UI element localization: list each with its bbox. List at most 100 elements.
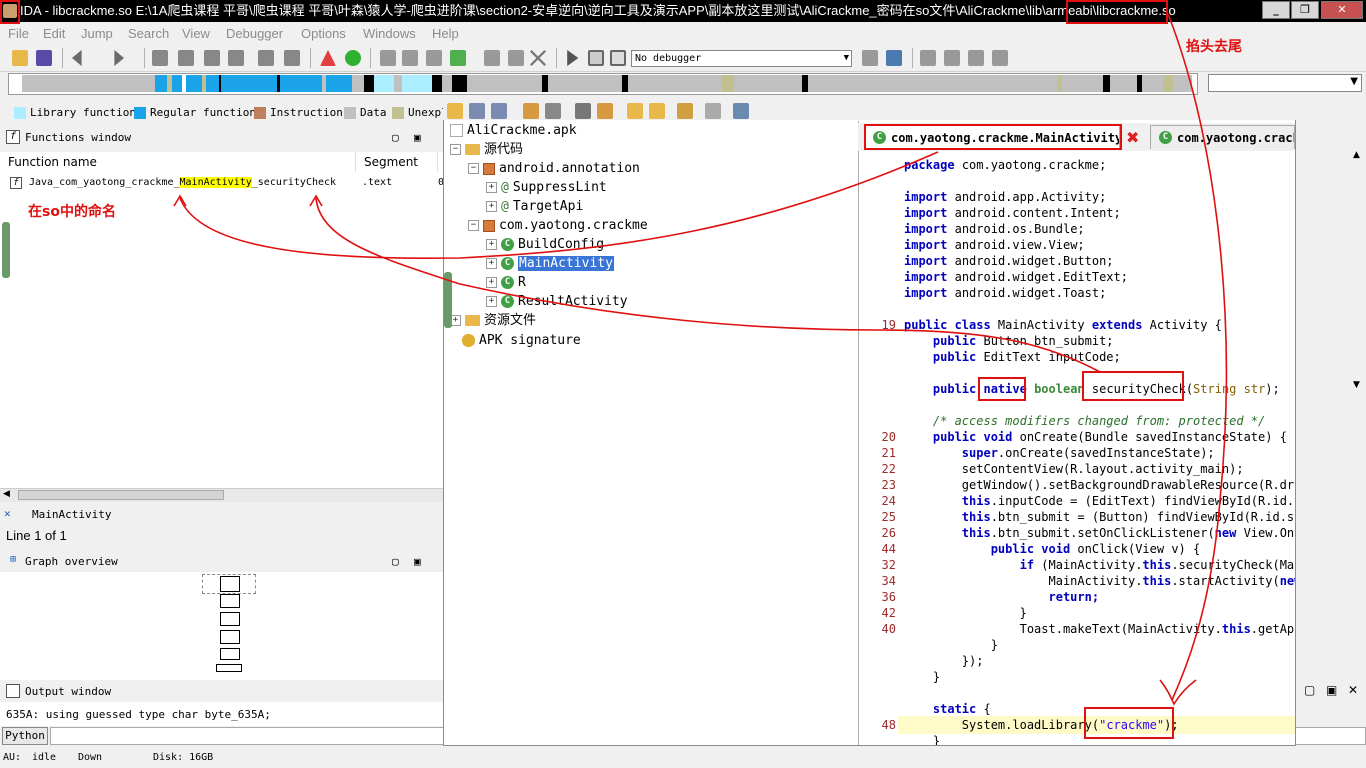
- tree-class-selected[interactable]: + C MainActivity: [486, 254, 614, 273]
- tree-class[interactable]: + C ResultActivity: [486, 292, 628, 311]
- close-icon[interactable]: ✕: [4, 505, 11, 523]
- restore-icon[interactable]: ▢: [392, 553, 399, 571]
- menu-file[interactable]: File: [8, 26, 29, 41]
- menu-options[interactable]: Options: [301, 26, 346, 41]
- text-icon[interactable]: [426, 50, 442, 66]
- navigation-band[interactable]: [22, 75, 1192, 92]
- search-binary-icon[interactable]: [204, 50, 220, 66]
- tree-package[interactable]: − com.yaotong.crackme: [468, 216, 648, 235]
- float-icon[interactable]: ▣: [414, 553, 421, 571]
- struct-icon[interactable]: [380, 50, 396, 66]
- patch-icon[interactable]: [508, 50, 524, 66]
- menu-view[interactable]: View: [182, 26, 210, 41]
- tree-class[interactable]: + C BuildConfig: [486, 235, 604, 254]
- tree-scroll-thumb[interactable]: [444, 272, 452, 328]
- debugger-select[interactable]: No debugger ▼: [631, 50, 852, 67]
- forward-icon[interactable]: [114, 50, 124, 66]
- download-icon[interactable]: [258, 50, 274, 66]
- menu-edit[interactable]: Edit: [43, 26, 65, 41]
- stop-icon[interactable]: [610, 50, 626, 66]
- forward-icon[interactable]: [649, 103, 665, 119]
- table-row[interactable]: f Java_com_yaotong_crackme_MainActivity_…: [0, 174, 446, 192]
- expand-icon[interactable]: +: [486, 296, 497, 307]
- expand-icon[interactable]: +: [486, 277, 497, 288]
- float-icon[interactable]: ▣: [1326, 683, 1337, 697]
- run-script-icon[interactable]: [345, 50, 361, 66]
- open-file-icon[interactable]: [447, 103, 463, 119]
- expand-icon[interactable]: +: [486, 182, 497, 193]
- expand-icon[interactable]: +: [486, 201, 497, 212]
- collapse-icon[interactable]: −: [450, 144, 461, 155]
- python-button[interactable]: Python: [2, 727, 48, 745]
- close-icon[interactable]: ✕: [1348, 683, 1358, 697]
- tree-resources[interactable]: + 资源文件: [450, 311, 536, 330]
- back-icon[interactable]: [627, 103, 643, 119]
- close-tab-icon[interactable]: ✖: [1126, 128, 1139, 147]
- export-icon[interactable]: [491, 103, 507, 119]
- delete-icon[interactable]: [530, 50, 546, 66]
- close-button[interactable]: ✕: [1321, 1, 1363, 19]
- cross-ref-icon[interactable]: [992, 50, 1008, 66]
- expand-icon[interactable]: +: [486, 239, 497, 250]
- open-icon[interactable]: [12, 50, 28, 66]
- scroll-left-icon[interactable]: ◀: [3, 489, 10, 499]
- flatten-icon[interactable]: [545, 103, 561, 119]
- save-all-icon[interactable]: [469, 103, 485, 119]
- name-search-value[interactable]: MainActivity: [32, 506, 111, 524]
- warning-icon[interactable]: [320, 50, 336, 66]
- float-icon[interactable]: ▣: [414, 129, 421, 147]
- plugin-icon[interactable]: [484, 50, 500, 66]
- restore-icon[interactable]: ▢: [1304, 683, 1315, 697]
- restore-icon[interactable]: ▢: [392, 129, 399, 147]
- menu-debugger[interactable]: Debugger: [226, 26, 283, 41]
- column-segment[interactable]: Segment: [356, 152, 438, 172]
- segment-select[interactable]: ▼: [1208, 74, 1362, 92]
- play-icon[interactable]: [567, 50, 579, 66]
- collapse-icon[interactable]: −: [468, 220, 479, 231]
- tree-class[interactable]: + @ SuppressLint: [486, 178, 607, 197]
- scroll-down-icon[interactable]: ▼: [1353, 380, 1360, 390]
- pause-icon[interactable]: [588, 50, 604, 66]
- menu-windows[interactable]: Windows: [363, 26, 416, 41]
- collapse-icon[interactable]: −: [468, 163, 479, 174]
- expand-icon[interactable]: +: [486, 258, 497, 269]
- trace-icon[interactable]: [968, 50, 984, 66]
- background-scrollbar[interactable]: ▲ ▼: [1350, 150, 1366, 670]
- find-class-icon[interactable]: [597, 103, 613, 119]
- save-icon[interactable]: [36, 50, 52, 66]
- tab-second-class[interactable]: Ccom.yaotong.crack: [1150, 125, 1295, 149]
- log-icon[interactable]: [705, 103, 721, 119]
- tree-signature[interactable]: APK signature: [462, 331, 581, 350]
- menu-jump[interactable]: Jump: [81, 26, 113, 41]
- sync-icon[interactable]: [523, 103, 539, 119]
- search-icon[interactable]: [575, 103, 591, 119]
- list-icon[interactable]: [284, 50, 300, 66]
- attach-icon[interactable]: [886, 50, 902, 66]
- minimize-button[interactable]: _: [1262, 1, 1290, 19]
- debug-options-icon[interactable]: [862, 50, 878, 66]
- column-function-name[interactable]: Function name: [0, 152, 356, 172]
- back-icon[interactable]: [72, 50, 82, 66]
- breakpoints-icon[interactable]: [920, 50, 936, 66]
- deobfuscation-icon[interactable]: [677, 103, 693, 119]
- menu-help[interactable]: Help: [432, 26, 459, 41]
- scroll-thumb[interactable]: [2, 222, 10, 278]
- enum-icon[interactable]: [402, 50, 418, 66]
- tree-package[interactable]: − android.annotation: [468, 159, 640, 178]
- maximize-button[interactable]: ❐: [1291, 1, 1319, 19]
- tree-source[interactable]: − 源代码: [450, 140, 523, 159]
- horizontal-scroll-thumb[interactable]: [18, 490, 224, 500]
- source-code[interactable]: package com.yaotong.crackme; import andr…: [860, 155, 1295, 745]
- tree-class[interactable]: + C R: [486, 273, 526, 292]
- menu-search[interactable]: Search: [128, 26, 169, 41]
- preferences-icon[interactable]: [733, 103, 749, 119]
- add-icon[interactable]: [450, 50, 466, 66]
- tree-root[interactable]: AliCrackme.apk: [450, 121, 577, 140]
- graph-overview[interactable]: [0, 572, 446, 680]
- tree-class[interactable]: + @ TargetApi: [486, 197, 583, 216]
- search-next-icon[interactable]: [228, 50, 244, 66]
- jump-icon[interactable]: [152, 50, 168, 66]
- watch-icon[interactable]: [944, 50, 960, 66]
- scroll-up-icon[interactable]: ▲: [1353, 150, 1360, 160]
- search-text-icon[interactable]: [178, 50, 194, 66]
